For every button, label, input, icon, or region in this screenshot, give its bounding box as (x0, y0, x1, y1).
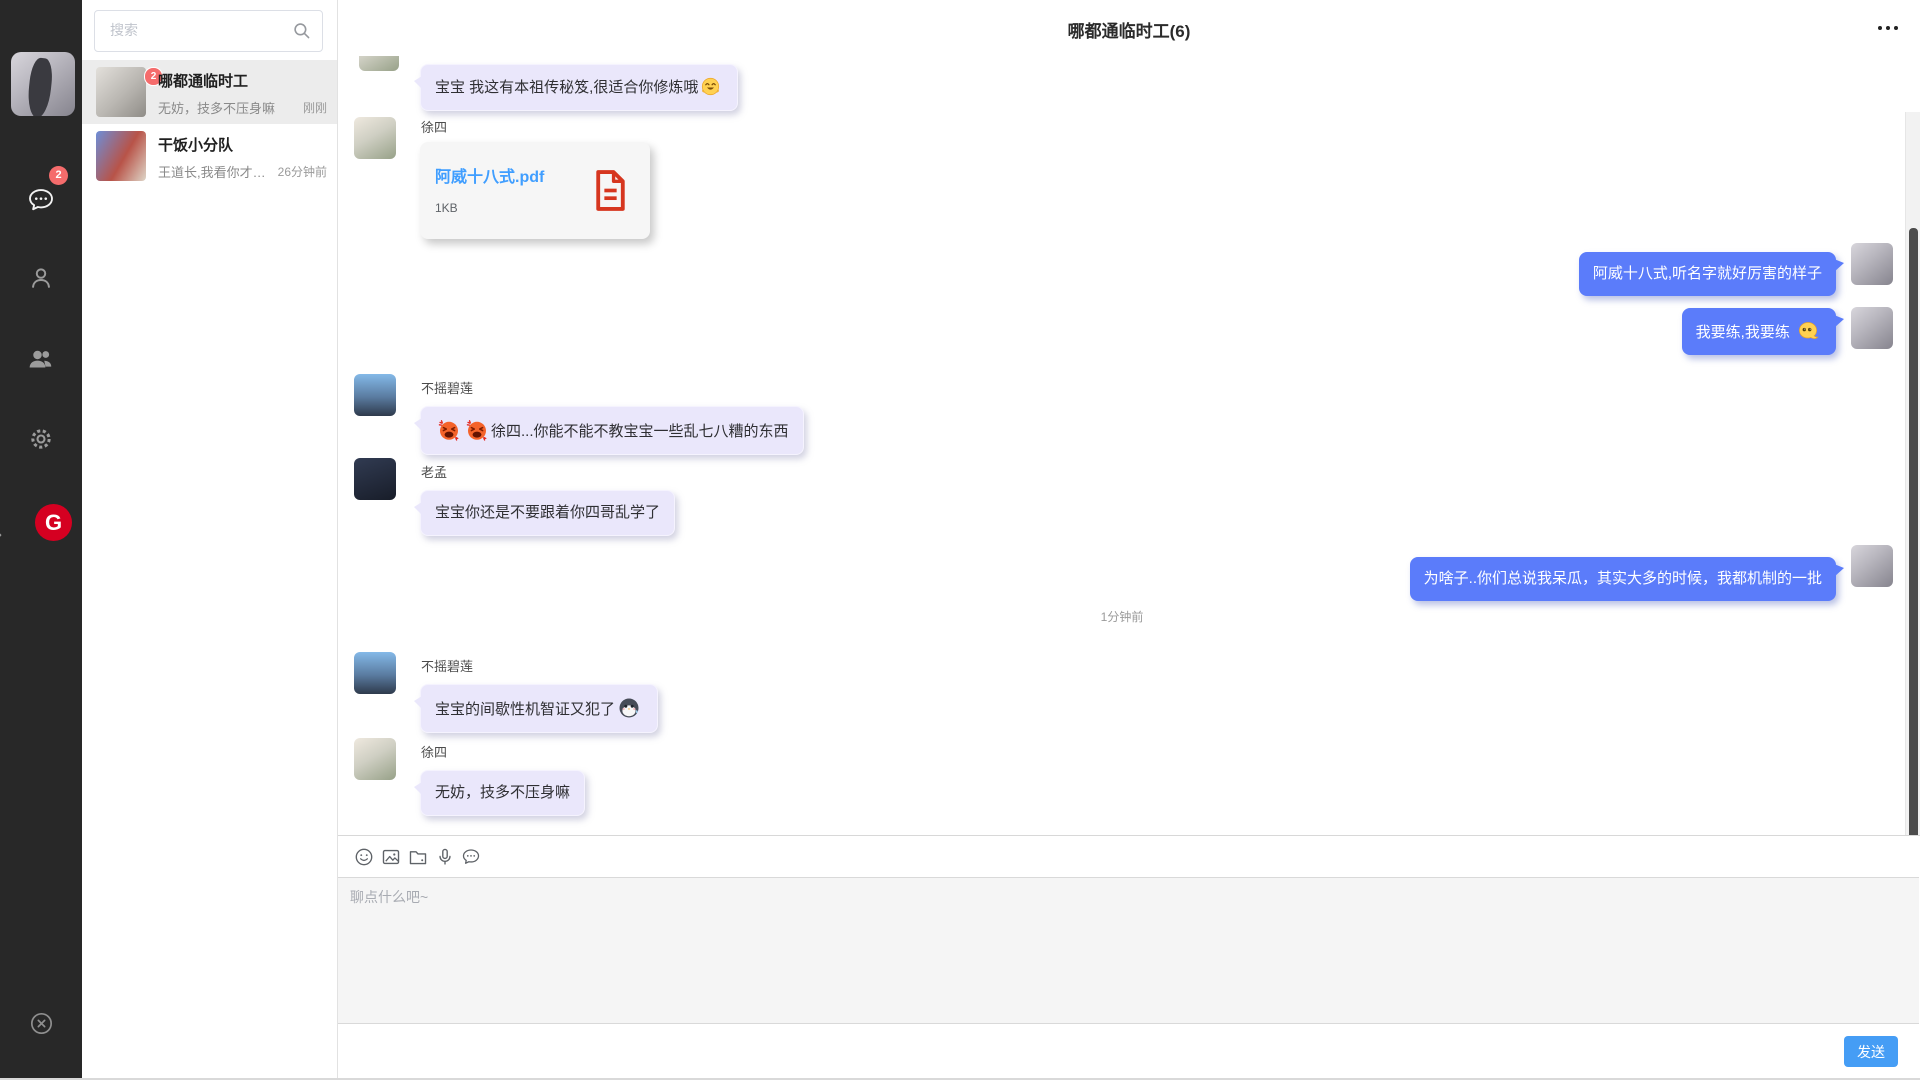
message-bubble: 宝宝你还是不要跟着你四哥乱学了 (420, 490, 675, 536)
penguin-emoji (617, 696, 641, 720)
conversation-time: 刚刚 (303, 99, 327, 116)
sender-name: 不摇碧莲 (421, 378, 804, 397)
message-row: 老孟 宝宝你还是不要跟着你四哥乱学了 (354, 458, 675, 536)
file-attachment-card[interactable]: 阿威十八式.pdf 1KB (420, 142, 650, 239)
chat-app-window: 2 (0, 0, 1920, 1080)
conversation-time: 26分钟前 (278, 163, 327, 180)
avatar-buyaobilian[interactable] (354, 652, 396, 694)
group-avatar: 2 (96, 67, 146, 117)
message-row: 不摇碧莲 徐四...你能不能不教宝宝一些乱七八糟的东西 (354, 374, 804, 455)
rage-face-emoji (465, 418, 489, 442)
avatar-xusi[interactable] (354, 738, 396, 780)
avatar-self[interactable] (1851, 545, 1893, 587)
nav-contacts-button[interactable] (0, 252, 82, 308)
close-circle-icon (28, 1010, 55, 1042)
message-row: 为啥子..你们总说我呆瓜，其实大多的时候，我都机制的一批 (1410, 545, 1893, 601)
message-row: 不摇碧莲 宝宝的间歇性机智证又犯了 (354, 652, 658, 733)
hugging-face-emoji (700, 76, 721, 97)
message-bubble: 宝宝的间歇性机智证又犯了 (420, 684, 658, 733)
message-bubble: 无妨，技多不压身嘛 (420, 770, 585, 816)
nav-rail: 2 (0, 0, 82, 1078)
avatar-self[interactable] (1851, 243, 1893, 285)
message-bubble: 徐四...你能不能不教宝宝一些乱七八糟的东西 (420, 406, 804, 455)
message-bubble: 为啥子..你们总说我呆瓜，其实大多的时候，我都机制的一批 (1410, 557, 1836, 601)
nav-groups-button[interactable] (0, 333, 82, 389)
scrollbar-track[interactable] (1905, 112, 1920, 838)
message-row: 宝宝 我这有本祖传秘笈,很适合你修炼哦 (354, 64, 738, 111)
group-icon (26, 344, 56, 379)
message-bubble: 宝宝 我这有本祖传秘笈,很适合你修炼哦 (420, 64, 738, 111)
voice-message-button[interactable] (434, 846, 456, 868)
send-button[interactable]: 发送 (1844, 1036, 1898, 1067)
nav-chats-button[interactable]: 2 (0, 174, 82, 230)
file-name: 阿威十八式.pdf (435, 163, 544, 187)
group-avatar (96, 131, 146, 181)
composer-toolbar (338, 836, 1920, 877)
conversation-last-message: 王道长,我看你才… (158, 162, 266, 181)
gear-icon (27, 425, 55, 458)
self-avatar[interactable] (11, 52, 75, 116)
message-row: 我要练,我要练 (1682, 307, 1893, 355)
sender-name: 徐四 (421, 117, 650, 136)
message-bubble: 阿威十八式,听名字就好厉害的样子 (1579, 252, 1836, 296)
chat-pane: 哪都通临时工(6) 宝宝 我这有本祖传秘笈,很适合你修炼哦 徐四 阿威十八式.p… (338, 0, 1920, 1078)
search-input[interactable] (95, 11, 290, 49)
search-box (94, 10, 323, 52)
image-upload-button[interactable] (380, 846, 402, 868)
nav-settings-button[interactable] (0, 413, 82, 469)
conversation-title: 干饭小分队 (158, 134, 233, 155)
message-row: 徐四 阿威十八式.pdf 1KB (354, 117, 650, 239)
pdf-document-icon (592, 169, 629, 217)
avatar-xusi[interactable] (359, 56, 399, 71)
avatar-xusi[interactable] (354, 117, 396, 159)
conversation-title: 哪都通临时工 (158, 70, 248, 91)
file-size: 1KB (435, 201, 458, 215)
avatar-laomeng[interactable] (354, 458, 396, 500)
chat-header: 哪都通临时工(6) (338, 0, 1920, 57)
emoji-picker-button[interactable] (353, 846, 375, 868)
message-input[interactable] (338, 878, 1919, 1023)
message-row: 徐四 无妨，技多不压身嘛 (354, 738, 585, 816)
conversation-list-panel: 2 哪都通临时工 无妨，技多不压身嘛 刚刚 干饭小分队 王道长,我看你才… 26… (82, 0, 338, 1078)
rage-face-emoji (437, 418, 461, 442)
sender-name: 老孟 (421, 462, 675, 481)
chat-bubble-icon (26, 185, 56, 220)
avatar-buyaobilian[interactable] (354, 374, 396, 416)
message-input-area (338, 877, 1919, 1024)
person-icon (27, 264, 55, 297)
time-divider: 1分钟前 (338, 608, 1906, 625)
avatar-self[interactable] (1851, 307, 1893, 349)
search-icon[interactable] (290, 19, 314, 48)
file-upload-button[interactable] (407, 846, 429, 868)
message-bubble: 我要练,我要练 (1682, 308, 1836, 355)
conversation-item[interactable]: 干饭小分队 王道长,我看你才… 26分钟前 (82, 124, 337, 188)
unread-badge: 2 (49, 166, 68, 185)
scrollbar-thumb[interactable] (1909, 228, 1918, 838)
panel-collapse-arrow[interactable]: › (0, 527, 2, 542)
message-list: 宝宝 我这有本祖传秘笈,很适合你修炼哦 徐四 阿威十八式.pdf 1KB (338, 56, 1920, 838)
more-menu-button[interactable] (1878, 26, 1898, 30)
composer: 发送 (338, 835, 1920, 1078)
conversation-last-message: 无妨，技多不压身嘛 (158, 98, 275, 117)
chat-history-button[interactable] (460, 846, 482, 868)
sender-name: 徐四 (421, 742, 585, 761)
app-logo[interactable]: G (35, 504, 72, 541)
conversation-item[interactable]: 2 哪都通临时工 无妨，技多不压身嘛 刚刚 (82, 60, 337, 124)
message-row: 阿威十八式,听名字就好厉害的样子 (1579, 243, 1893, 296)
send-row: 发送 (338, 1024, 1920, 1078)
logout-button[interactable] (0, 998, 82, 1054)
sender-name: 不摇碧莲 (421, 656, 658, 675)
melting-face-emoji (1796, 319, 1820, 343)
chat-title: 哪都通临时工(6) (338, 17, 1920, 42)
